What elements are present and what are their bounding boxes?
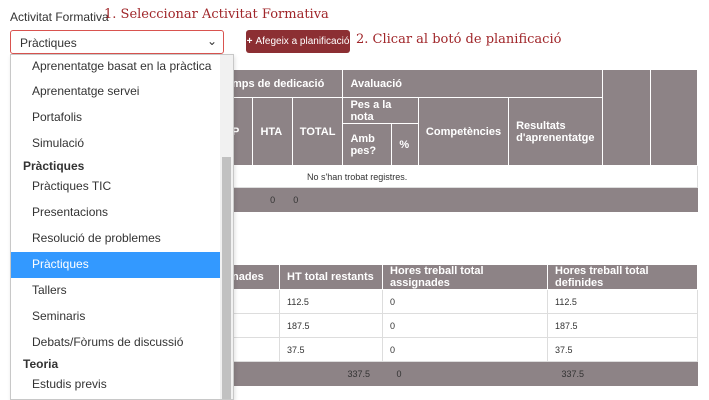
foot-hta: 0 <box>252 187 293 212</box>
dropdown-option[interactable]: Tallers <box>11 278 221 304</box>
option-label: Tallers <box>32 283 67 297</box>
activitat-dropdown-list[interactable]: Aprenentatge basat en la pràctica Aprene… <box>10 54 234 400</box>
option-label: Aprenentatge basat en la pràctica <box>32 59 212 73</box>
table-cell: 0 <box>382 289 548 314</box>
table-cell: 112.5 <box>547 289 698 314</box>
foot-cell: 337.5 <box>279 361 383 386</box>
table-cell: 187.5 <box>279 313 383 338</box>
dropdown-scrollbar[interactable] <box>220 55 233 399</box>
option-label: Resolució de problemes <box>32 231 161 245</box>
dropdown-option[interactable]: Presentacions <box>11 200 221 226</box>
option-label: Simulació <box>32 136 85 150</box>
optgroup-label: Teoria <box>23 357 59 371</box>
dropdown-option[interactable]: Aprenentatge servei <box>11 79 221 105</box>
dedication-table: mps de dedicació Avaluació P HTA TOTAL P… <box>223 69 698 212</box>
th-temps-dedicacio: mps de dedicació <box>223 69 344 98</box>
dropdown-option[interactable]: Estudis previs <box>11 372 221 398</box>
th-competencies: Competències <box>417 97 510 166</box>
th-hores-definides: Hores treball total definides <box>547 264 698 290</box>
option-label: Presentacions <box>32 205 109 219</box>
th-amb-pes: Amb pes? <box>342 123 393 166</box>
th-hta: HTA <box>252 97 293 166</box>
option-label: Seminaris <box>32 309 86 323</box>
table-cell: 37.5 <box>547 337 698 362</box>
th-ht-restants: HT total restants <box>279 264 383 290</box>
table-cell: 0 <box>382 337 548 362</box>
scrollbar-thumb[interactable] <box>222 157 231 399</box>
hours-table: nades HT total restants Hores treball to… <box>224 264 698 386</box>
table-cell: 0 <box>382 313 548 338</box>
th-extra-1 <box>601 69 652 166</box>
th-total: TOTAL <box>291 97 344 166</box>
th-pes-nota: Pes a la nota <box>342 97 419 124</box>
optgroup-label: Pràctiques <box>23 159 85 173</box>
foot-rest <box>342 187 698 212</box>
option-label: Portafolis <box>32 110 83 124</box>
th-percent: % <box>391 123 419 166</box>
th-resultats: Resultats d'aprenentatge <box>508 97 603 166</box>
table-cell: 187.5 <box>547 313 698 338</box>
empty-message: No s'han trobat registres. <box>224 165 698 188</box>
table-cell: 112.5 <box>279 289 383 314</box>
th-avaluacio: Avaluació <box>342 69 603 98</box>
option-label: Pràctiques TIC <box>32 179 112 193</box>
dropdown-option[interactable]: Portafolis <box>11 105 221 131</box>
option-label: Estudis previs <box>32 377 107 391</box>
dropdown-option[interactable]: Simulació <box>11 131 221 157</box>
foot-total: 0 <box>292 187 343 212</box>
add-to-planning-button[interactable]: + Afegeix a planificació <box>246 30 350 53</box>
dropdown-option[interactable]: Pràctiques TIC <box>11 174 221 200</box>
dropdown-option[interactable]: Debats/Fòrums de discussió <box>11 330 221 356</box>
option-label: Aprenentatge servei <box>32 84 140 98</box>
th-hores-assignades: Hores treball total assignades <box>382 264 548 290</box>
foot-cell: 337.5 <box>547 361 698 386</box>
chevron-down-icon: ⌄ <box>206 34 217 48</box>
activitat-select[interactable]: Pràctiques ⌄ <box>10 30 224 54</box>
th-extra-2 <box>650 69 698 166</box>
field-label: Activitat Formativa <box>10 10 109 24</box>
select-value: Pràctiques <box>20 36 77 50</box>
option-label: Pràctiques <box>32 257 89 271</box>
dropdown-option[interactable]: Seminaris <box>11 304 221 330</box>
foot-cell: 0 <box>382 361 548 386</box>
dropdown-option[interactable]: Resolució de problemes <box>11 226 221 252</box>
table-cell: 37.5 <box>279 337 383 362</box>
annotation-step-2: 2. Clicar al botó de planificació <box>356 32 562 47</box>
annotation-step-1: 1. Seleccionar Activitat Formativa <box>104 7 329 22</box>
add-button-label: Afegeix a planificació <box>255 36 350 47</box>
plus-icon: + <box>246 36 253 47</box>
option-label: Debats/Fòrums de discussió <box>32 335 184 349</box>
dropdown-option[interactable]: Aprenentatge basat en la pràctica <box>11 55 221 81</box>
dropdown-option-selected[interactable]: Pràctiques <box>11 252 221 278</box>
